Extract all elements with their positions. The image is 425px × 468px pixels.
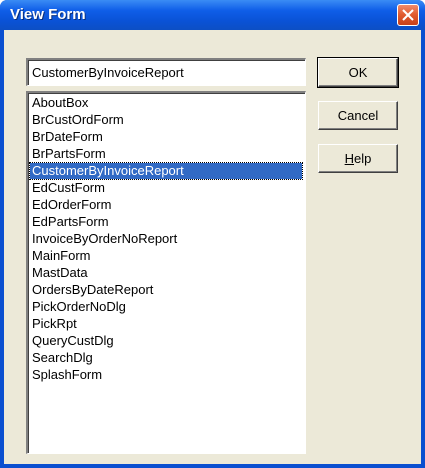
list-item[interactable]: PickOrderNoDlg	[30, 299, 302, 315]
list-item[interactable]: SplashForm	[30, 367, 302, 383]
close-icon	[402, 9, 414, 21]
list-item[interactable]: BrDateForm	[30, 129, 302, 145]
list-item[interactable]: AboutBox	[30, 95, 302, 111]
close-button[interactable]	[397, 4, 419, 26]
cancel-button-label: Cancel	[337, 108, 379, 123]
ok-button-label: OK	[348, 65, 368, 80]
list-item[interactable]: EdCustForm	[30, 180, 302, 196]
cancel-button[interactable]: Cancel	[318, 101, 398, 130]
window-title: View Form	[10, 6, 86, 23]
help-button-label: elp	[354, 151, 372, 166]
list-item[interactable]: CustomerByInvoiceReport	[29, 162, 303, 180]
list-item[interactable]: BrPartsForm	[30, 146, 302, 162]
help-button[interactable]: Help	[318, 144, 398, 173]
help-button-mnemonic: H	[344, 151, 355, 166]
list-item[interactable]: SearchDlg	[30, 350, 302, 366]
form-list[interactable]: AboutBox BrCustOrdForm BrDateForm BrPartsFo…	[26, 91, 306, 454]
list-item[interactable]: PickRpt	[30, 316, 302, 332]
form-name-input-value: CustomerByInvoiceReport	[32, 65, 184, 80]
form-name-input[interactable]: CustomerByInvoiceReport	[26, 58, 306, 86]
list-item[interactable]: BrCustOrdForm	[30, 112, 302, 128]
list-item[interactable]: EdPartsForm	[30, 214, 302, 230]
list-item[interactable]: OrdersByDateReport	[30, 282, 302, 298]
list-item[interactable]: MastData	[30, 265, 302, 281]
list-item[interactable]: EdOrderForm	[30, 197, 302, 213]
list-item[interactable]: InvoiceByOrderNoReport	[30, 231, 302, 247]
list-item[interactable]: MainForm	[30, 248, 302, 264]
title-bar[interactable]: View Form	[0, 0, 425, 30]
list-item[interactable]: QueryCustDlg	[30, 333, 302, 349]
ok-button[interactable]: OK	[317, 57, 399, 88]
